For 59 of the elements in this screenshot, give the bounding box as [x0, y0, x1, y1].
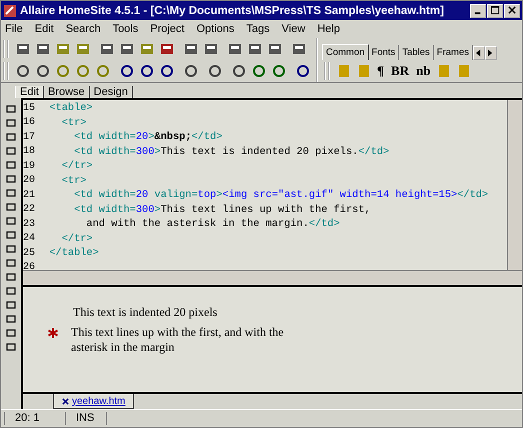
line-number: 23	[23, 218, 36, 230]
line-number: 19	[23, 160, 36, 172]
tag-button[interactable]: BR	[388, 60, 412, 82]
code-line: </tr>	[60, 232, 93, 245]
tag-button[interactable]: nb	[413, 60, 434, 82]
line-number: 26	[23, 262, 36, 274]
line-number: 17	[23, 132, 36, 143]
line-number: 15	[23, 102, 36, 114]
code-editor[interactable]	[23, 98, 522, 270]
line-number: 20	[23, 175, 36, 186]
code-line: <td width=20>&nbsp;</td>	[73, 131, 222, 144]
insert-mode: INS	[65, 412, 106, 425]
menu-item[interactable]: View	[282, 23, 306, 35]
line-number: 25	[23, 248, 36, 259]
quickbar-tab[interactable]: Fonts	[368, 45, 400, 60]
window-title: Allaire HomeSite 4.5.1 - [C:\My Documents\MSPress\TS Samples\yeehaw.htm]	[20, 4, 445, 16]
tag-button[interactable]: ¶	[374, 60, 388, 82]
toolbar-grip[interactable]	[3, 62, 9, 80]
maximize-button[interactable]	[487, 4, 503, 18]
quickbar-tab[interactable]: Tables	[399, 45, 434, 60]
code-line: <td width=300>This text is indented 20 pixels.</td>	[73, 146, 390, 158]
menu-item[interactable]: Tools	[112, 23, 138, 35]
menu-item[interactable]: Options	[196, 23, 234, 35]
code-line: <table>	[48, 102, 93, 114]
code-line: <tr>	[60, 116, 86, 129]
close-button[interactable]	[504, 4, 520, 18]
line-number: 21	[23, 190, 36, 201]
line-number: 18	[23, 146, 36, 158]
vertical-scrollbar[interactable]	[507, 100, 522, 270]
code-line: </tr>	[60, 160, 93, 172]
line-number: 16	[23, 117, 36, 128]
code-line: and with the asterisk in the margin.</td>	[85, 218, 340, 230]
scroll-right-button[interactable]	[484, 46, 497, 60]
line-number: 22	[23, 204, 36, 216]
minimize-button[interactable]	[470, 4, 486, 18]
quickbar-tab[interactable]: Common	[322, 44, 369, 60]
toolbar-grip[interactable]	[324, 62, 330, 80]
code-line: <td width=20 valign=top><img src="ast.gif" width=14 height=15></td>	[73, 189, 488, 202]
preview-text: This text lines up with the first, and with the asterisk in the margin	[71, 325, 285, 355]
menu-item[interactable]: Edit	[34, 23, 54, 35]
menu-item[interactable]: Tags	[246, 23, 270, 35]
code-line: <td width=300>This text lines up with the first,	[73, 204, 371, 216]
app-icon	[3, 4, 17, 18]
document-tab[interactable]: yeehaw.htm	[53, 394, 134, 409]
menu-item[interactable]: Help	[317, 23, 340, 35]
editor-tab[interactable]: Edit	[15, 86, 44, 98]
cursor-position: 20: 1	[4, 412, 65, 425]
toolbar-grip[interactable]	[3, 40, 9, 58]
asterisk-icon	[47, 327, 59, 339]
maximize-icon	[490, 6, 500, 15]
horizontal-scrollbar[interactable]	[23, 270, 522, 287]
menu-item[interactable]: File	[5, 23, 23, 35]
code-line: <tr>	[60, 174, 86, 187]
menu-item[interactable]: Search	[66, 23, 101, 35]
line-number: 24	[23, 233, 36, 244]
menu-item[interactable]: Project	[150, 23, 184, 35]
scroll-left-button[interactable]	[472, 46, 485, 60]
code-line: </table>	[48, 247, 99, 260]
preview-text: This text is indented 20 pixels	[73, 305, 218, 320]
